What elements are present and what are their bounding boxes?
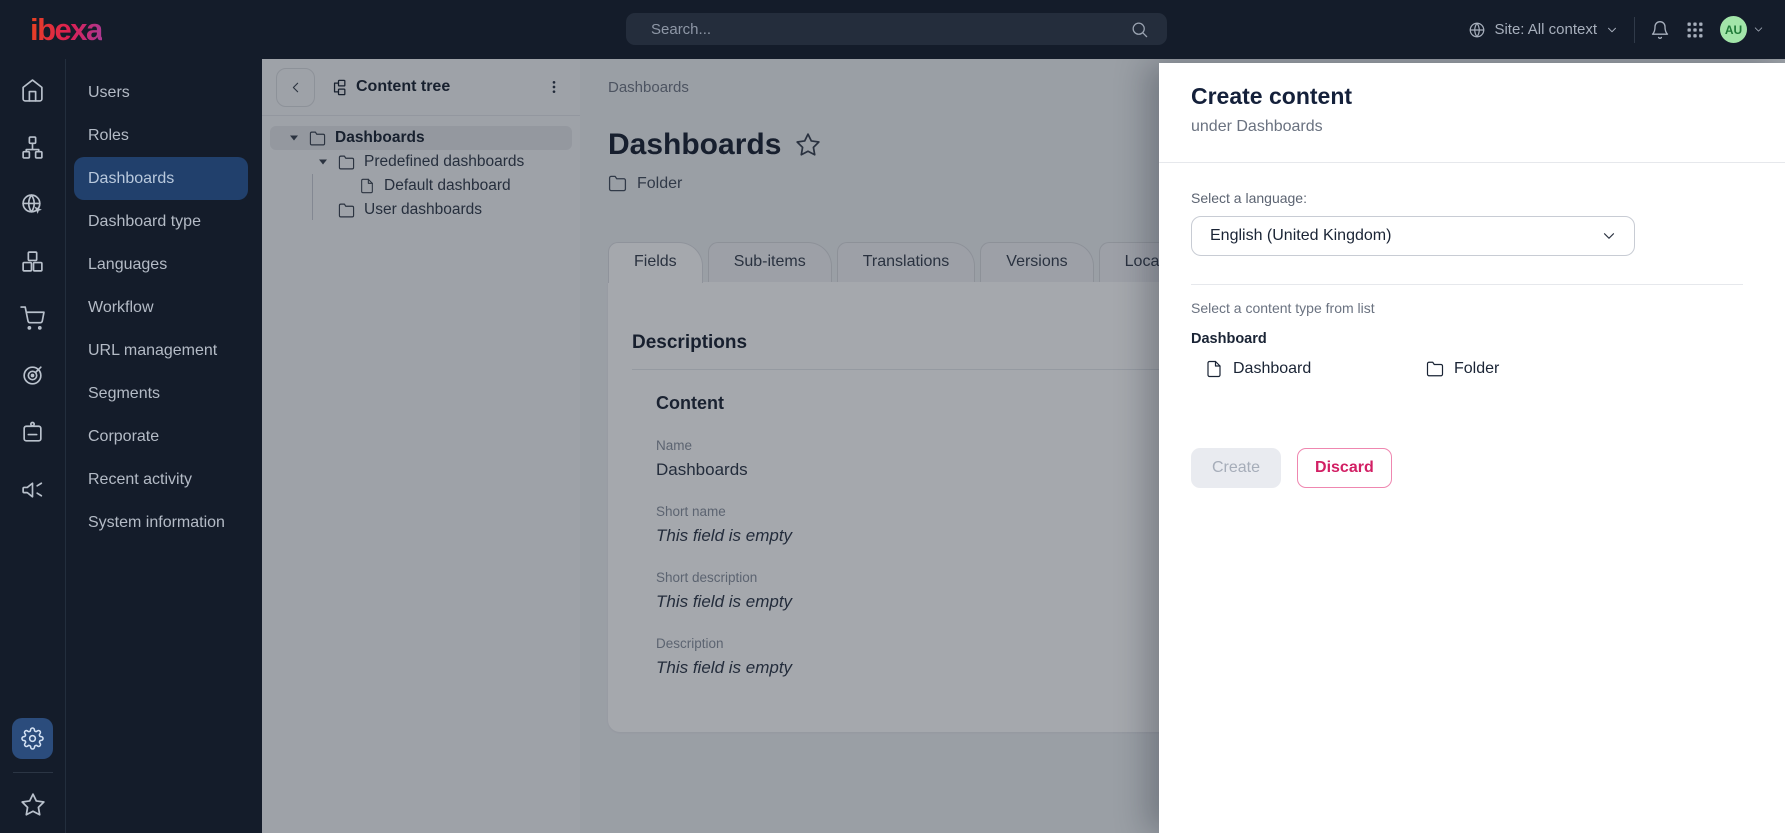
apps-grid-icon[interactable] — [1685, 20, 1705, 40]
topbar-right: Site: All context AU — [1468, 0, 1765, 59]
panel-divider — [1191, 284, 1743, 285]
sidebar-item-workflow[interactable]: Workflow — [74, 286, 248, 329]
discard-button[interactable]: Discard — [1297, 448, 1392, 488]
chevron-down-icon — [1752, 23, 1765, 36]
sidebar-item-system-information[interactable]: System information — [74, 501, 248, 544]
globe-pointer-icon[interactable] — [0, 176, 65, 233]
content-type-list-label: Select a content type from list — [1191, 300, 1633, 316]
site-context-label: Site: All context — [1494, 21, 1597, 38]
sidebar-item-segments[interactable]: Segments — [74, 372, 248, 415]
language-select[interactable]: English (United Kingdom) — [1191, 216, 1635, 256]
site-context-selector[interactable]: Site: All context — [1468, 21, 1619, 39]
content-type-option-dashboard[interactable]: Dashboard — [1205, 360, 1412, 378]
language-label: Select a language: — [1191, 190, 1633, 206]
content-type-option-label: Dashboard — [1233, 360, 1311, 378]
settings-gear-icon[interactable] — [12, 718, 53, 759]
sidebar-item-users[interactable]: Users — [74, 71, 248, 114]
home-icon[interactable] — [0, 62, 65, 119]
content-type-options: Dashboard Folder — [1191, 360, 1633, 378]
create-content-title: Create content — [1191, 83, 1633, 110]
global-search[interactable] — [626, 13, 1167, 45]
globe-icon — [1468, 21, 1486, 39]
personalization-target-icon[interactable] — [0, 347, 65, 404]
sidebar-item-url-management[interactable]: URL management — [74, 329, 248, 372]
panel-divider — [1159, 162, 1785, 163]
sidebar-item-recent-activity[interactable]: Recent activity — [74, 458, 248, 501]
folder-icon — [1426, 360, 1444, 378]
language-selected-value: English (United Kingdom) — [1210, 227, 1600, 245]
announcement-icon[interactable] — [0, 461, 65, 518]
sidebar-menu: Users Roles Dashboards Dashboard type La… — [65, 59, 262, 833]
badge-icon[interactable] — [0, 404, 65, 461]
ibexa-logo[interactable]: ibexa — [30, 12, 102, 48]
chevron-down-icon — [1605, 23, 1619, 37]
search-icon[interactable] — [1130, 20, 1149, 39]
user-menu[interactable]: AU — [1720, 16, 1765, 43]
topbar-divider — [1634, 17, 1635, 43]
sidebar-item-corporate[interactable]: Corporate — [74, 415, 248, 458]
sidebar-item-dashboard-type[interactable]: Dashboard type — [74, 200, 248, 243]
create-content-panel: Create content under Dashboards Select a… — [1159, 63, 1785, 833]
sidebar-item-languages[interactable]: Languages — [74, 243, 248, 286]
content-type-option-label: Folder — [1454, 360, 1499, 378]
sitemap-icon[interactable] — [0, 119, 65, 176]
chevron-down-icon — [1600, 227, 1618, 245]
products-icon[interactable] — [0, 233, 65, 290]
topbar: ibexa Site: All context — [0, 0, 1785, 59]
file-icon — [1205, 360, 1223, 378]
avatar[interactable]: AU — [1720, 16, 1747, 43]
create-button[interactable]: Create — [1191, 448, 1281, 488]
search-input[interactable] — [651, 21, 1130, 38]
favorites-star-icon[interactable] — [0, 785, 65, 825]
content-type-option-folder[interactable]: Folder — [1426, 360, 1633, 378]
icon-rail — [0, 59, 65, 833]
content-type-group-label: Dashboard — [1191, 331, 1633, 347]
cart-icon[interactable] — [0, 290, 65, 347]
notifications-bell-icon[interactable] — [1650, 20, 1670, 40]
ibexa-admin-screen: ibexa Site: All context — [0, 0, 1785, 833]
sidebar-item-dashboards[interactable]: Dashboards — [74, 157, 248, 200]
rail-divider — [13, 772, 53, 773]
sidebar-item-roles[interactable]: Roles — [74, 114, 248, 157]
create-content-subtitle: under Dashboards — [1191, 118, 1633, 136]
